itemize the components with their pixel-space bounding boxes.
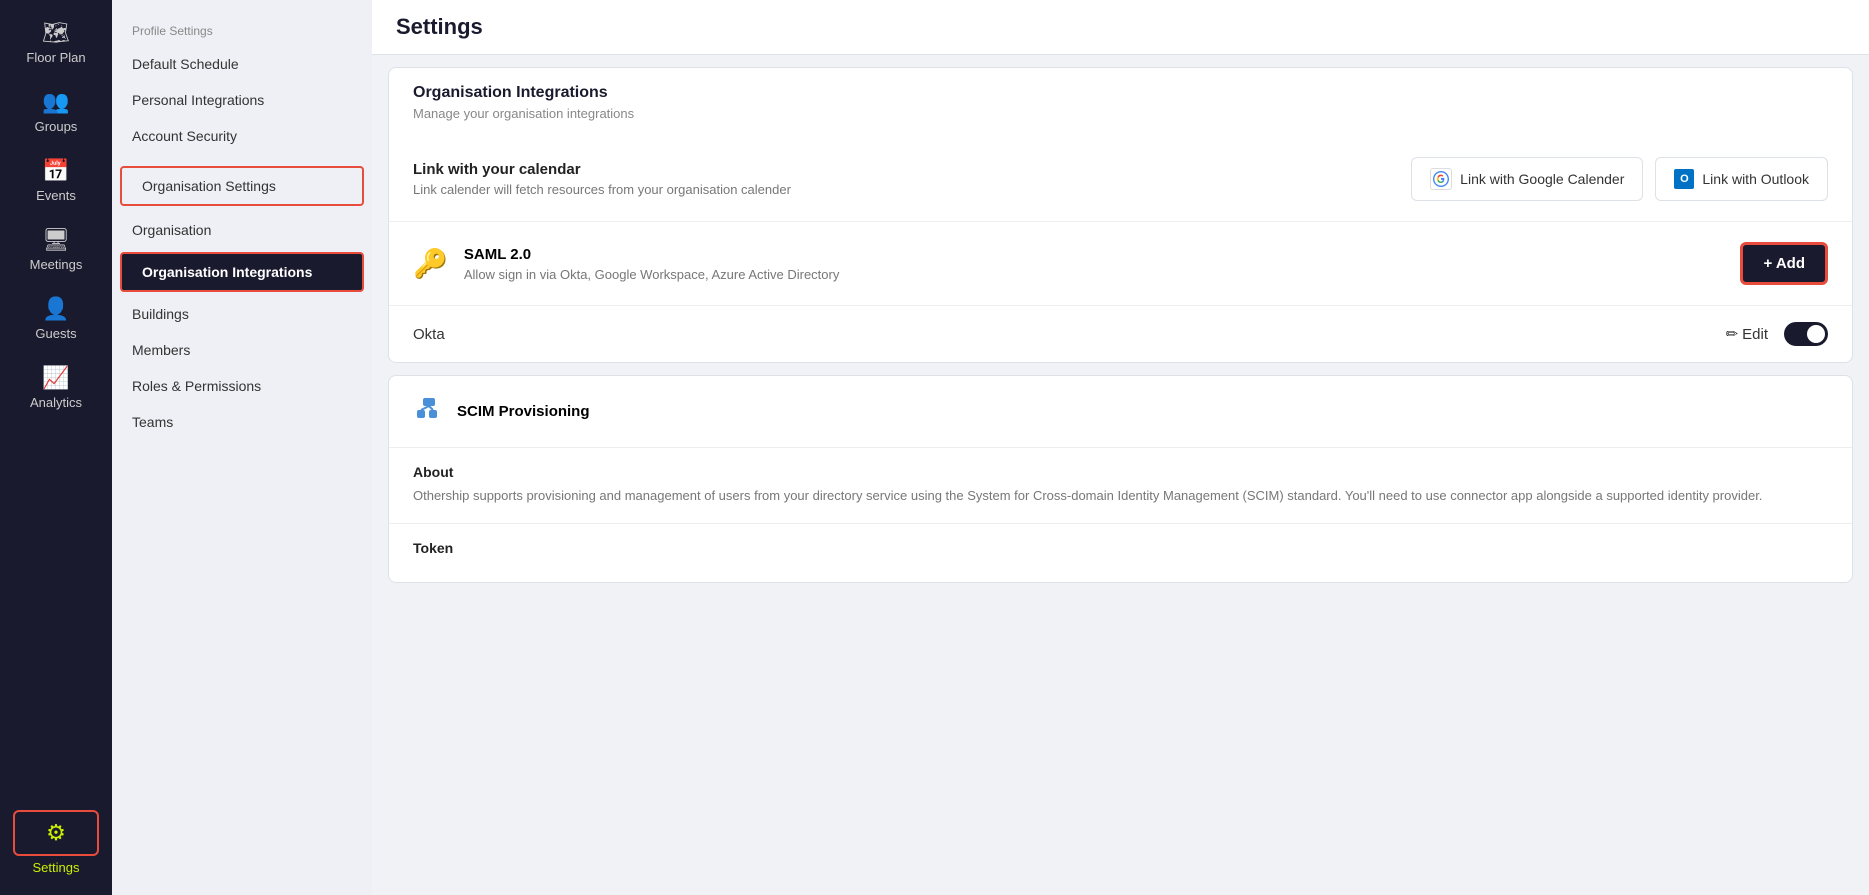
scim-provisioning-icon — [413, 392, 445, 431]
settings-highlight: ⚙ — [13, 810, 99, 856]
sidebar-item-analytics[interactable]: 📈 Analytics — [0, 353, 112, 422]
scim-token-title: Token — [413, 540, 1828, 556]
left-panel-item-members[interactable]: Members — [112, 332, 372, 368]
left-panel-item-buildings[interactable]: Buildings — [112, 296, 372, 332]
guests-icon: 👤 — [42, 296, 69, 322]
okta-label: Okta — [413, 326, 445, 343]
org-integrations-subtitle: Manage your organisation integrations — [413, 106, 1828, 121]
left-panel-item-roles-permissions[interactable]: Roles & Permissions — [112, 368, 372, 404]
sidebar-item-groups[interactable]: 👥 Groups — [0, 77, 112, 146]
left-panel-item-organisation-settings[interactable]: Organisation Settings — [120, 166, 364, 206]
meetings-icon: 🖥 — [42, 227, 70, 253]
org-integrations-card: Organisation Integrations Manage your or… — [388, 67, 1853, 363]
okta-section: Okta ✏ Edit — [389, 305, 1852, 362]
calendar-description: Link calender will fetch resources from … — [413, 182, 791, 197]
events-icon: 📅 — [42, 158, 69, 184]
calendar-info: Link with your calendar Link calender wi… — [413, 161, 791, 197]
left-panel-item-teams[interactable]: Teams — [112, 404, 372, 440]
floor-plan-icon: 🗺 — [42, 20, 70, 46]
sidebar-item-settings[interactable]: ⚙ Settings — [0, 798, 112, 887]
org-integrations-header: Organisation Integrations Manage your or… — [389, 68, 1852, 137]
saml-info: SAML 2.0 Allow sign in via Okta, Google … — [464, 246, 1725, 282]
sidebar: 🗺 Floor Plan 👥 Groups 📅 Events 🖥 Meeting… — [0, 0, 112, 895]
calendar-section: Link with your calendar Link calender wi… — [389, 137, 1852, 221]
analytics-icon: 📈 — [42, 365, 69, 391]
page-header: Settings — [372, 0, 1869, 55]
scim-token-section: Token — [389, 523, 1852, 582]
saml-description: Allow sign in via Okta, Google Workspace… — [464, 267, 1725, 282]
scim-about-section: About Othership supports provisioning an… — [389, 447, 1852, 523]
left-panel-item-organisation[interactable]: Organisation — [112, 212, 372, 248]
scim-about-title: About — [413, 464, 1828, 480]
okta-toggle[interactable] — [1784, 322, 1828, 346]
settings-icon: ⚙ — [46, 820, 66, 845]
left-panel-item-account-security[interactable]: Account Security — [112, 118, 372, 154]
groups-icon: 👥 — [42, 89, 69, 115]
sidebar-item-label: Groups — [35, 119, 78, 134]
sidebar-item-meetings[interactable]: 🖥 Meetings — [0, 215, 112, 284]
saml-section: 🔑 SAML 2.0 Allow sign in via Okta, Googl… — [389, 221, 1852, 305]
main-content: Settings Organisation Integrations Manag… — [372, 0, 1869, 895]
link-outlook-button[interactable]: O Link with Outlook — [1655, 157, 1828, 201]
edit-label: Edit — [1742, 326, 1768, 343]
sidebar-item-label: Meetings — [30, 257, 83, 272]
sidebar-item-label: Settings — [33, 860, 80, 875]
sidebar-item-guests[interactable]: 👤 Guests — [0, 284, 112, 353]
scim-about-text: Othership supports provisioning and mana… — [413, 486, 1828, 507]
sidebar-item-label: Floor Plan — [26, 50, 85, 65]
sidebar-item-floor-plan[interactable]: 🗺 Floor Plan — [0, 8, 112, 77]
calendar-buttons: Link with Google Calender O Link with Ou… — [1411, 157, 1828, 201]
profile-settings-section-label: Profile Settings — [112, 16, 372, 46]
saml-add-button[interactable]: + Add — [1740, 242, 1828, 285]
okta-actions: ✏ Edit — [1726, 322, 1828, 346]
outlook-btn-label: Link with Outlook — [1702, 171, 1809, 187]
google-calendar-icon — [1430, 168, 1452, 190]
content-area: Organisation Integrations Manage your or… — [372, 55, 1869, 895]
left-panel-item-organisation-integrations[interactable]: Organisation Integrations — [120, 252, 364, 292]
org-integrations-title: Organisation Integrations — [413, 84, 1828, 102]
scim-header: SCIM Provisioning — [389, 376, 1852, 447]
sidebar-item-label: Guests — [35, 326, 76, 341]
left-panel-item-default-schedule[interactable]: Default Schedule — [112, 46, 372, 82]
google-calendar-btn-label: Link with Google Calender — [1460, 171, 1624, 187]
saml-title: SAML 2.0 — [464, 246, 1725, 263]
key-icon: 🔑 — [413, 247, 448, 280]
scim-title: SCIM Provisioning — [457, 403, 590, 420]
left-panel-item-personal-integrations[interactable]: Personal Integrations — [112, 82, 372, 118]
link-google-calendar-button[interactable]: Link with Google Calender — [1411, 157, 1643, 201]
page-title: Settings — [396, 14, 483, 39]
sidebar-item-events[interactable]: 📅 Events — [0, 146, 112, 215]
left-panel: Profile Settings Default Schedule Person… — [112, 0, 372, 895]
calendar-title: Link with your calendar — [413, 161, 791, 178]
pencil-icon: ✏ — [1726, 325, 1739, 343]
sidebar-item-label: Events — [36, 188, 76, 203]
outlook-icon: O — [1674, 169, 1694, 189]
okta-edit-button[interactable]: ✏ Edit — [1726, 325, 1768, 343]
sidebar-item-label: Analytics — [30, 395, 82, 410]
scim-card: SCIM Provisioning About Othership suppor… — [388, 375, 1853, 583]
